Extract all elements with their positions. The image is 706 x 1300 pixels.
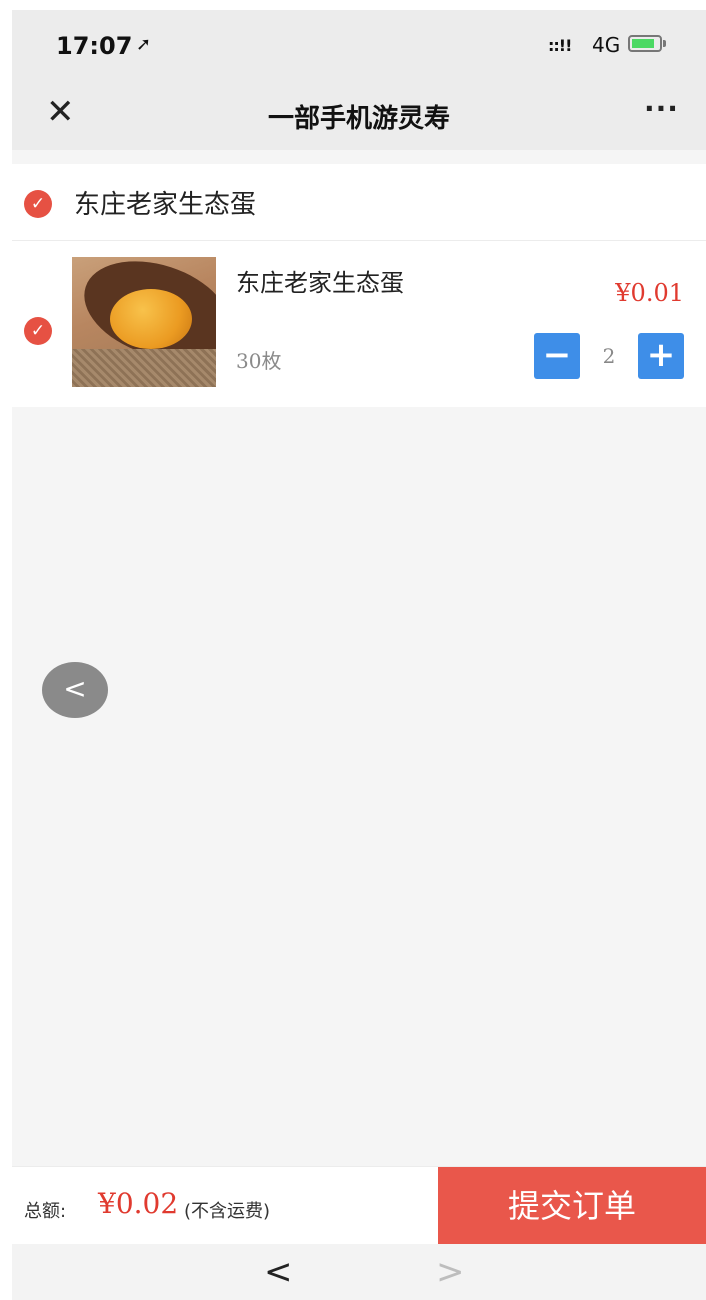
total-label: 总额:	[24, 1201, 67, 1222]
more-icon[interactable]: ···	[644, 92, 679, 125]
product-price: ¥0.01	[615, 279, 684, 307]
signal-icon: ::!!	[548, 36, 572, 55]
store-row: ✓ 东庄老家生态蛋	[12, 164, 706, 241]
browser-forward-button[interactable]: >	[436, 1252, 465, 1292]
battery-icon	[628, 35, 662, 52]
network-type: 4G	[592, 33, 621, 57]
increase-quantity-button[interactable]: +	[638, 333, 684, 379]
battery-nub	[663, 40, 666, 47]
browser-nav-bar: < >	[12, 1244, 706, 1300]
chevron-left-icon: <	[63, 672, 87, 705]
decrease-quantity-button[interactable]: −	[534, 333, 580, 379]
app-frame: 17:07 ➚ ::!! 4G ✕ 一部手机游灵寿 ··· ✓ 东庄老家生态蛋 …	[12, 10, 706, 1300]
product-name: 东庄老家生态蛋	[236, 269, 404, 297]
location-arrow-icon: ➚	[136, 34, 152, 55]
status-bar: 17:07 ➚ ::!! 4G	[12, 10, 706, 74]
product-spec: 30枚	[236, 349, 282, 373]
floating-back-button[interactable]: <	[42, 662, 108, 718]
status-time: 17:07	[56, 32, 133, 60]
checkout-bar: 总额: ¥0.02 (不含运费) 提交订单	[12, 1166, 706, 1245]
product-image[interactable]	[72, 257, 216, 387]
browser-back-button[interactable]: <	[264, 1252, 293, 1292]
item-checkbox-checked-icon[interactable]: ✓	[24, 317, 52, 345]
store-checkbox-checked-icon[interactable]: ✓	[24, 190, 52, 218]
store-name: 东庄老家生态蛋	[74, 190, 257, 220]
quantity-stepper: − 2 +	[534, 333, 684, 379]
page-title: 一部手机游灵寿	[267, 104, 450, 134]
total-value: ¥0.02	[98, 1187, 179, 1220]
nav-bar: ✕ 一部手机游灵寿 ···	[12, 74, 706, 150]
submit-order-button[interactable]: 提交订单	[438, 1167, 706, 1245]
shipping-note: (不含运费)	[184, 1201, 271, 1222]
cart-item: ✓ 东庄老家生态蛋 ¥0.01 30枚 − 2 +	[12, 241, 706, 407]
quantity-value[interactable]: 2	[580, 333, 638, 379]
